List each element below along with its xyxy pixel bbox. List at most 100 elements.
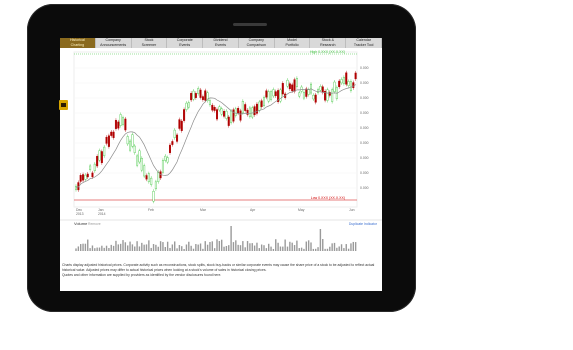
volume-bar bbox=[155, 244, 157, 251]
candle-body bbox=[117, 121, 120, 129]
volume-bar bbox=[249, 243, 251, 251]
volume-bar bbox=[84, 243, 87, 251]
candle-body bbox=[185, 102, 188, 110]
x-tick-label: 2014 bbox=[98, 212, 106, 216]
volume-bar bbox=[127, 245, 129, 251]
tab-label-line2: Tracker Tool bbox=[353, 42, 374, 47]
candle-body bbox=[140, 158, 143, 171]
volume-bar bbox=[174, 241, 176, 251]
volume-bar bbox=[188, 241, 190, 251]
volume-bar bbox=[195, 244, 197, 251]
candle-body bbox=[166, 157, 169, 163]
volume-bar bbox=[225, 245, 228, 251]
volume-bar bbox=[131, 244, 134, 251]
tab-label-line2: Portfolio bbox=[285, 42, 299, 47]
volume-bar bbox=[75, 248, 77, 251]
y-tick-label: 0.000 bbox=[360, 126, 369, 130]
candle-body bbox=[218, 106, 221, 111]
volume-bar bbox=[305, 241, 307, 251]
volume-bar bbox=[354, 242, 357, 251]
candle-body bbox=[91, 172, 94, 178]
volume-bar bbox=[300, 247, 303, 251]
candle-body bbox=[110, 131, 113, 136]
volume-bar bbox=[221, 239, 223, 251]
candle-body bbox=[157, 171, 160, 182]
candle-body bbox=[298, 92, 301, 97]
candle-body bbox=[241, 101, 244, 114]
volume-bar bbox=[218, 241, 221, 251]
volume-bar bbox=[101, 245, 103, 251]
briefcase-icon[interactable] bbox=[59, 100, 68, 110]
candle-body bbox=[248, 107, 251, 117]
candle-body bbox=[223, 111, 226, 117]
candle-body bbox=[164, 155, 167, 161]
candle-body bbox=[129, 140, 132, 151]
tab-label-line2: Screener bbox=[141, 42, 157, 47]
volume-bar bbox=[98, 247, 101, 251]
volume-bar bbox=[333, 242, 336, 251]
volume-bar bbox=[340, 244, 343, 251]
tab-label-line2: Research bbox=[320, 42, 336, 47]
high-label: High 0.XXX (XX.X.XX) bbox=[310, 50, 345, 54]
tab-8[interactable]: Calendar Tracker Tool bbox=[346, 38, 382, 48]
volume-bar bbox=[293, 245, 296, 251]
tab-2[interactable]: Stock Screener bbox=[132, 38, 168, 48]
volume-bar bbox=[282, 246, 284, 251]
candle-body bbox=[253, 106, 256, 116]
candle-body bbox=[281, 83, 284, 95]
volume-bar bbox=[258, 248, 260, 251]
tab-6[interactable]: Model Portfolio bbox=[275, 38, 311, 48]
candle-body bbox=[138, 150, 141, 163]
candle-body bbox=[331, 89, 334, 102]
candle-body bbox=[122, 117, 125, 125]
volume-bar bbox=[148, 240, 150, 251]
volume-bar bbox=[345, 244, 347, 251]
duplicate-indicator-link[interactable]: Duplicate Indicator bbox=[349, 222, 378, 226]
volume-bar bbox=[303, 248, 305, 251]
candle-body bbox=[314, 94, 317, 103]
volume-bar bbox=[176, 248, 178, 251]
volume-bar bbox=[192, 248, 195, 251]
tab-4[interactable]: Dividend Events bbox=[203, 38, 239, 48]
volume-bar bbox=[291, 242, 293, 251]
volume-bar bbox=[80, 244, 82, 251]
y-tick-label: 0.000 bbox=[360, 96, 369, 100]
candle-body bbox=[154, 181, 157, 190]
price-chart[interactable]: High 0.XXX (XX.X.XX) Low 0.XXX (XX.X.XX)… bbox=[60, 48, 382, 253]
candle-body bbox=[234, 108, 237, 116]
candle-body bbox=[288, 83, 291, 90]
candle-body bbox=[251, 107, 254, 118]
tab-label-line1: Company bbox=[105, 38, 121, 42]
candle-body bbox=[213, 107, 216, 111]
volume-bar bbox=[117, 244, 119, 251]
low-label: Low 0.XXX (XX.X.XX) bbox=[311, 196, 345, 200]
candle-body bbox=[131, 134, 134, 147]
tab-7[interactable]: Stock & Research bbox=[310, 38, 347, 48]
candle-body bbox=[194, 93, 197, 98]
candle-body bbox=[126, 136, 129, 145]
volume-remove-link[interactable]: Remove bbox=[88, 222, 101, 226]
volume-bar bbox=[352, 241, 354, 251]
candle-body bbox=[239, 110, 242, 121]
volume-title: Volume bbox=[74, 221, 88, 226]
tab-5[interactable]: Company Comparison bbox=[239, 38, 275, 48]
candle-body bbox=[107, 135, 110, 147]
candle-body bbox=[173, 129, 176, 138]
tab-label-line2: Announcements bbox=[100, 42, 127, 47]
tab-3[interactable]: Corporate Events bbox=[167, 38, 204, 48]
volume-bar bbox=[315, 248, 317, 251]
candle-body bbox=[326, 89, 329, 101]
x-tick-label: 2013 bbox=[76, 212, 84, 216]
volume-bar bbox=[296, 240, 298, 251]
volume-bar bbox=[96, 247, 98, 251]
tab-1[interactable]: Company Announcements bbox=[96, 38, 132, 48]
tablet-speaker bbox=[233, 23, 267, 26]
volume-bar bbox=[310, 242, 312, 251]
y-tick-label: 0.000 bbox=[360, 156, 369, 160]
candle-body bbox=[197, 88, 200, 94]
volume-bar bbox=[265, 248, 268, 251]
volume-bar bbox=[326, 248, 329, 251]
tab-0[interactable]: Historical Charting bbox=[60, 38, 96, 48]
chart-footer: Charts display adjusted historical price… bbox=[60, 263, 382, 291]
candle-body bbox=[340, 79, 343, 84]
